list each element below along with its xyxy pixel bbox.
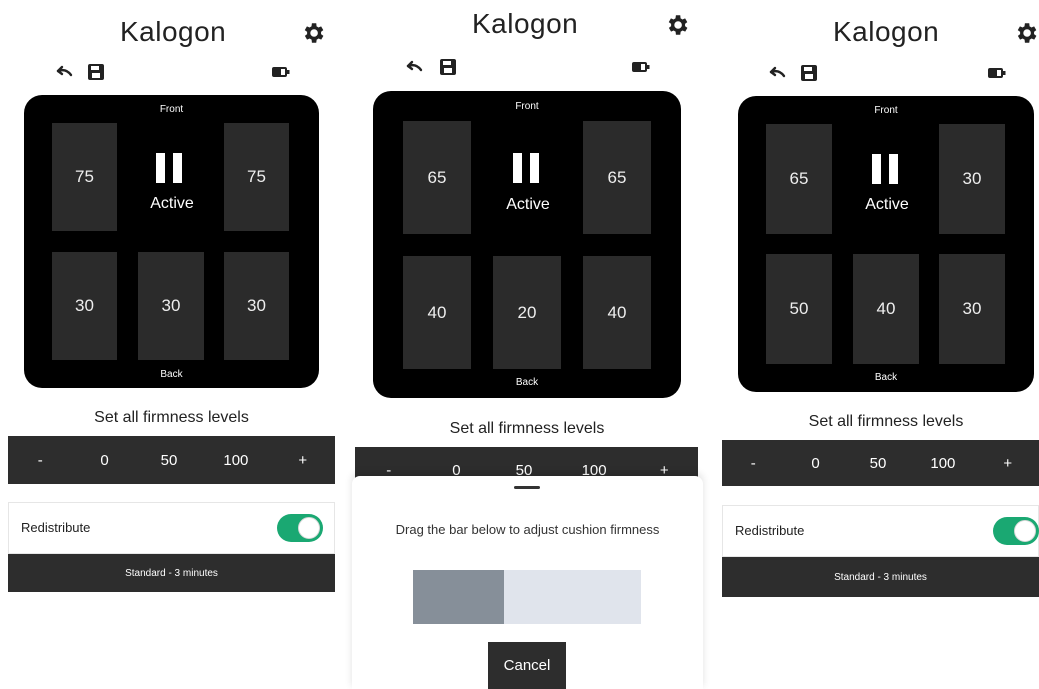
- firmness-title: Set all firmness levels: [94, 409, 249, 426]
- firmness-100-button[interactable]: 100: [930, 455, 955, 472]
- cell-front-right[interactable]: 75: [224, 123, 289, 231]
- firmness-increase-button[interactable]: +: [998, 455, 1018, 472]
- firmness-decrease-button[interactable]: -: [30, 452, 50, 469]
- battery-icon: [632, 62, 650, 72]
- status-label: Active: [865, 196, 909, 213]
- cell-front-left[interactable]: 75: [52, 123, 117, 231]
- cell-front-left[interactable]: 65: [403, 121, 471, 234]
- cell-back-center[interactable]: 20: [493, 256, 561, 369]
- firmness-title: Set all firmness levels: [808, 413, 964, 430]
- cell-back-left[interactable]: 50: [766, 254, 832, 364]
- battery-icon: [272, 67, 290, 77]
- firmness-bottom-sheet: Drag the bar below to adjust cushion fir…: [352, 476, 703, 689]
- redistribute-toggle[interactable]: [277, 514, 323, 542]
- app-title: Kalogon: [833, 16, 940, 47]
- cell-back-right[interactable]: 40: [583, 256, 651, 369]
- cell-back-center[interactable]: 40: [853, 254, 919, 364]
- firmness-0-button[interactable]: 0: [95, 452, 115, 469]
- front-label: Front: [159, 104, 184, 115]
- firmness-decrease-button[interactable]: -: [743, 455, 763, 472]
- mode-selector[interactable]: Standard - 3 minutes: [722, 557, 1039, 597]
- battery-icon: [988, 68, 1006, 78]
- firmness-50-button[interactable]: 50: [159, 452, 179, 469]
- gear-icon[interactable]: [1013, 20, 1039, 46]
- save-icon[interactable]: [799, 64, 819, 82]
- phone-screen-3: Kalogon Front 65 Active 30 50 40 30 Back…: [715, 0, 1039, 689]
- status-label: Active: [506, 196, 550, 213]
- sheet-instructions: Drag the bar below to adjust cushion fir…: [395, 522, 660, 537]
- gear-icon[interactable]: [300, 20, 326, 46]
- undo-icon[interactable]: [767, 64, 787, 82]
- firmness-bar: - 0 50 100 +: [722, 440, 1039, 486]
- pause-icon[interactable]: [156, 153, 182, 183]
- back-label: Back: [515, 377, 539, 388]
- status-label: Active: [150, 195, 194, 212]
- firmness-0-button[interactable]: 0: [806, 455, 826, 472]
- firmness-100-button[interactable]: 100: [223, 452, 248, 469]
- gear-icon[interactable]: [664, 12, 690, 38]
- save-icon[interactable]: [438, 58, 458, 76]
- slider-fill[interactable]: [413, 570, 505, 624]
- undo-icon[interactable]: [404, 58, 424, 76]
- app-title: Kalogon: [120, 16, 227, 47]
- cushion-map: Front 75 Active 75 30 30 30 Back: [24, 95, 319, 388]
- save-icon[interactable]: [86, 63, 106, 81]
- cell-front-right[interactable]: 30: [939, 124, 1005, 234]
- redistribute-row: Redistribute: [8, 502, 335, 554]
- redistribute-toggle[interactable]: [993, 517, 1039, 545]
- back-label: Back: [160, 369, 183, 380]
- cell-front-right[interactable]: 65: [583, 121, 651, 234]
- firmness-slider[interactable]: [413, 570, 641, 624]
- cancel-button[interactable]: Cancel: [488, 642, 566, 689]
- pause-icon[interactable]: [872, 154, 898, 184]
- redistribute-label: Redistribute: [735, 523, 805, 538]
- firmness-50-button[interactable]: 50: [868, 455, 888, 472]
- mode-selector[interactable]: Standard - 3 minutes: [8, 554, 335, 592]
- front-label: Front: [874, 105, 898, 116]
- cushion-map: Front 65 Active 30 50 40 30 Back: [738, 96, 1034, 392]
- cell-front-left[interactable]: 65: [766, 124, 832, 234]
- redistribute-label: Redistribute: [21, 520, 91, 535]
- back-label: Back: [874, 372, 898, 383]
- cell-back-right[interactable]: 30: [939, 254, 1005, 364]
- cell-back-right[interactable]: 30: [224, 252, 289, 360]
- front-label: Front: [515, 101, 539, 112]
- app-title: Kalogon: [472, 8, 579, 39]
- cushion-map: Front 65 Active 65 40 20 40 Back: [373, 91, 681, 398]
- undo-icon[interactable]: [54, 63, 74, 81]
- firmness-title: Set all firmness levels: [449, 420, 605, 437]
- phone-screen-2: Kalogon Front 65 Active 65 40 20 40 Back…: [350, 0, 705, 689]
- pause-icon[interactable]: [513, 153, 539, 183]
- sheet-drag-handle[interactable]: [514, 486, 540, 489]
- redistribute-row: Redistribute: [722, 505, 1039, 557]
- firmness-bar: - 0 50 100 +: [8, 436, 335, 484]
- cell-back-center[interactable]: 30: [138, 252, 204, 360]
- firmness-increase-button[interactable]: +: [293, 452, 313, 469]
- cell-back-left[interactable]: 40: [403, 256, 471, 369]
- cell-back-left[interactable]: 30: [52, 252, 117, 360]
- phone-screen-1: Kalogon Front 75 Active 75 30 30 30 Back…: [0, 0, 345, 689]
